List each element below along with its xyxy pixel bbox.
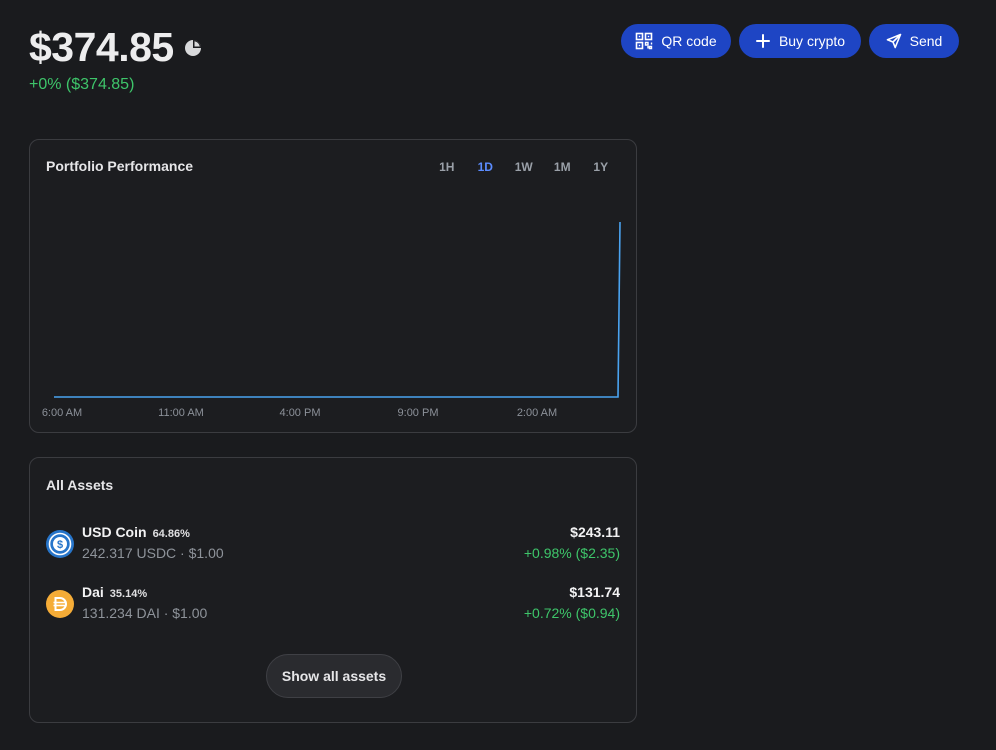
x-tick-label: 11:00 AM — [158, 407, 204, 419]
asset-percentage: 64.86% — [152, 528, 190, 540]
svg-text:$: $ — [57, 539, 63, 551]
assets-title: All Assets — [46, 477, 114, 493]
qr-code-label: QR code — [661, 33, 717, 49]
buy-crypto-label: Buy crypto — [778, 33, 846, 49]
asset-name: Dai 35.14% — [82, 584, 147, 600]
x-tick-label: 9:00 PM — [398, 407, 439, 419]
dai-icon — [46, 590, 74, 618]
send-icon — [886, 33, 902, 49]
portfolio-change: +0% ($374.85) — [29, 76, 135, 93]
show-all-assets-button[interactable]: Show all assets — [266, 654, 402, 698]
series-line — [54, 221, 621, 398]
portfolio-page: $374.85 +0% ($374.85) QR code Buy crypto… — [0, 0, 996, 750]
balance-row: $374.85 — [29, 24, 202, 70]
x-tick-label: 4:00 PM — [280, 407, 321, 419]
asset-value: $131.74 — [569, 584, 620, 600]
portfolio-performance-card: Portfolio Performance 1H 1D 1W 1M 1Y 6:0… — [29, 139, 637, 433]
asset-value: $243.11 — [570, 524, 620, 540]
buy-crypto-button[interactable]: Buy crypto — [739, 24, 861, 58]
asset-name-text: Dai — [82, 584, 104, 600]
asset-percentage: 35.14% — [109, 588, 148, 600]
x-tick-label: 2:00 AM — [517, 407, 557, 419]
plus-icon — [755, 33, 771, 49]
asset-change: +0.72% ($0.94) — [523, 605, 620, 621]
pie-chart-icon[interactable] — [184, 39, 202, 57]
send-button[interactable]: Send — [869, 24, 959, 58]
asset-holdings: 242.317 USDC · $1.00 — [82, 545, 224, 561]
usdc-icon: $ — [46, 530, 74, 558]
asset-change: +0.98% ($2.35) — [523, 545, 620, 561]
qr-code-button[interactable]: QR code — [621, 24, 731, 58]
portfolio-balance: $374.85 — [29, 24, 174, 70]
asset-row-usdc[interactable]: $ USD Coin 64.86% 242.317 USDC · $1.00 $2… — [46, 524, 620, 564]
performance-chart[interactable]: 6:00 AM 11:00 AM 4:00 PM 9:00 PM 2:00 AM — [30, 140, 636, 432]
send-label: Send — [909, 33, 943, 49]
all-assets-card: All Assets $ USD Coin 64.86% 242.317 USDC… — [29, 457, 637, 723]
qr-code-icon — [635, 32, 653, 50]
action-buttons: QR code Buy crypto Send — [621, 24, 959, 58]
asset-name: USD Coin 64.86% — [82, 524, 190, 540]
asset-name-text: USD Coin — [82, 524, 147, 540]
x-tick-label: 6:00 AM — [42, 407, 82, 419]
asset-row-dai[interactable]: Dai 35.14% 131.234 DAI · $1.00 $131.74 +0… — [46, 584, 620, 624]
asset-holdings: 131.234 DAI · $1.00 — [82, 605, 208, 621]
